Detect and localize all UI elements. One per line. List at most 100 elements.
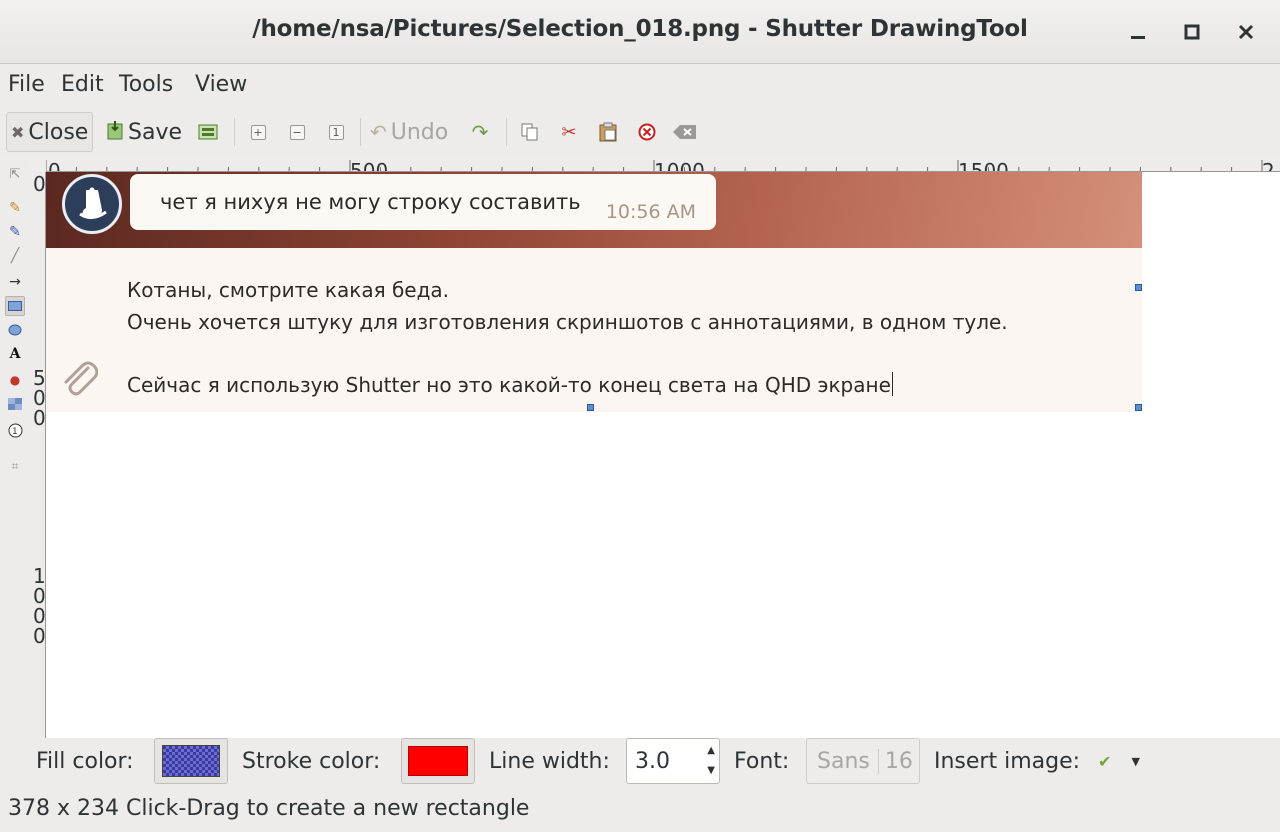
line-tool[interactable]: ╱ bbox=[5, 246, 25, 266]
number-icon: 1 bbox=[8, 423, 22, 437]
resize-handle[interactable] bbox=[587, 404, 594, 411]
toolbar-separator bbox=[360, 118, 361, 146]
zoom-in-icon: + bbox=[250, 124, 266, 140]
freehand-tool[interactable]: ✎ bbox=[5, 198, 25, 218]
rectangle-tool[interactable] bbox=[5, 296, 25, 316]
message-line: Очень хочется штуку для изготовления скр… bbox=[127, 310, 1008, 334]
spin-up-icon[interactable]: ▲ bbox=[707, 745, 715, 756]
properties-bar: Fill color: Stroke color: Line width: 3.… bbox=[0, 738, 1280, 788]
drawing-canvas[interactable]: чет я нихуя не могу строку составить 10:… bbox=[46, 172, 1280, 738]
menu-view[interactable]: View bbox=[195, 72, 247, 97]
ruler-label: 0 bbox=[33, 172, 46, 196]
highlighter-tool[interactable]: ✎ bbox=[5, 222, 25, 242]
undo-button[interactable]: ↶ Undo bbox=[370, 112, 448, 152]
clear-icon bbox=[673, 125, 696, 139]
export-icon bbox=[198, 124, 218, 140]
pencil-icon: ✎ bbox=[9, 200, 21, 216]
toolbar: ✖ Close Save + − 1 ↶ Undo ↷ ✂ bbox=[0, 106, 1280, 158]
zoom-out-icon: − bbox=[289, 124, 305, 140]
arrow-tool[interactable]: → bbox=[5, 272, 25, 292]
chat-timestamp: 10:56 AM bbox=[605, 201, 696, 223]
delete-button[interactable] bbox=[637, 122, 657, 142]
window-title: /home/nsa/Pictures/Selection_018.png - S… bbox=[252, 16, 1028, 42]
ruler-ticks bbox=[46, 160, 1263, 171]
arrow-icon: → bbox=[9, 274, 21, 290]
save-button[interactable]: Save bbox=[106, 112, 182, 152]
chat-bubble-text: чет я нихуя не могу строку составить bbox=[160, 190, 581, 214]
number-tool[interactable]: 1 bbox=[5, 420, 25, 440]
zoom-in-button[interactable]: + bbox=[248, 122, 268, 142]
pixelate-tool[interactable] bbox=[5, 394, 25, 414]
clear-button[interactable] bbox=[672, 122, 698, 142]
pixelate-icon bbox=[8, 398, 22, 410]
close-icon: ✖ bbox=[11, 122, 25, 142]
maximize-button[interactable] bbox=[1174, 14, 1210, 50]
close-window-button[interactable] bbox=[1228, 14, 1264, 50]
text-icon: A bbox=[9, 346, 21, 362]
line-width-label: Line width: bbox=[489, 749, 610, 774]
save-icon bbox=[106, 120, 124, 145]
select-tool[interactable]: ⇱ bbox=[5, 164, 25, 184]
menu-file[interactable]: File bbox=[8, 72, 45, 97]
font-size: 16 bbox=[884, 748, 913, 774]
undo-icon: ↶ bbox=[370, 120, 387, 144]
fill-color-label: Fill color: bbox=[36, 749, 134, 774]
chat-header: чет я нихуя не могу строку составить 10:… bbox=[46, 172, 1142, 248]
chat-bubble: чет я нихуя не могу строку составить 10:… bbox=[130, 174, 716, 230]
horizontal-ruler: 0 500 1000 1500 2 bbox=[46, 160, 1280, 172]
rectangle-icon bbox=[8, 301, 22, 311]
ruler-label: 1000 bbox=[33, 564, 46, 648]
censor-icon: ● bbox=[9, 373, 21, 387]
export-button[interactable] bbox=[198, 122, 218, 142]
screenshot-image: чет я нихуя не могу строку составить 10:… bbox=[46, 172, 1142, 412]
tool-palette: ⇱ ✎ ✎ ╱ → A ● 1 ⌗ bbox=[0, 160, 30, 738]
message-line-editing[interactable]: Сейчас я использую Shutter но это какой-… bbox=[127, 372, 893, 397]
highlighter-icon: ✎ bbox=[9, 224, 21, 240]
redo-button[interactable]: ↷ bbox=[470, 120, 490, 144]
status-text: 378 x 234 Click-Drag to create a new rec… bbox=[8, 796, 530, 821]
paperclip-icon[interactable] bbox=[58, 358, 98, 398]
censor-tool[interactable]: ● bbox=[5, 370, 25, 390]
delete-icon bbox=[638, 123, 656, 141]
line-width-spinner[interactable]: 3.0 ▲ ▼ bbox=[626, 738, 720, 784]
chevron-down-icon: ▼ bbox=[1131, 754, 1140, 768]
copy-button[interactable] bbox=[520, 122, 540, 142]
fill-color-button[interactable] bbox=[154, 738, 228, 784]
insert-image-label: Insert image: bbox=[934, 749, 1081, 774]
insert-image-button[interactable]: ✔ ▼ bbox=[1094, 746, 1144, 776]
maximize-icon bbox=[1184, 24, 1200, 40]
stroke-color-swatch bbox=[408, 746, 468, 776]
zoom-normal-icon: 1 bbox=[328, 124, 344, 140]
zoom-normal-button[interactable]: 1 bbox=[326, 122, 346, 142]
vertical-ruler: 0 500 1000 bbox=[30, 172, 46, 738]
avatar bbox=[62, 174, 122, 234]
crop-tool[interactable]: ⌗ bbox=[5, 456, 25, 476]
close-button-label: Close bbox=[28, 119, 89, 145]
resize-handle[interactable] bbox=[1135, 404, 1142, 411]
spin-down-icon[interactable]: ▼ bbox=[707, 765, 715, 776]
menu-edit[interactable]: Edit bbox=[61, 72, 104, 97]
message-line-text: Сейчас я использую Shutter но это какой-… bbox=[127, 373, 891, 397]
cut-button[interactable]: ✂ bbox=[559, 122, 579, 143]
checkmark-icon: ✔ bbox=[1098, 751, 1112, 771]
message-line: Котаны, смотрите какая беда. bbox=[127, 278, 450, 302]
zoom-out-button[interactable]: − bbox=[287, 122, 307, 142]
minimize-button[interactable] bbox=[1120, 14, 1156, 50]
undo-button-label: Undo bbox=[390, 119, 449, 145]
text-tool[interactable]: A bbox=[5, 344, 25, 364]
line-width-value: 3.0 bbox=[635, 749, 670, 774]
resize-handle[interactable] bbox=[1135, 284, 1142, 291]
close-button[interactable]: ✖ Close bbox=[6, 112, 94, 152]
font-name: Sans bbox=[807, 748, 879, 774]
status-bar: 378 x 234 Click-Drag to create a new rec… bbox=[0, 788, 1280, 832]
bell-logo-icon bbox=[79, 187, 107, 219]
stroke-color-button[interactable] bbox=[401, 738, 475, 784]
paste-icon bbox=[599, 122, 617, 142]
paste-button[interactable] bbox=[598, 122, 618, 142]
menu-tools[interactable]: Tools bbox=[119, 72, 173, 97]
ellipse-tool[interactable] bbox=[5, 320, 25, 340]
font-button[interactable]: Sans 16 bbox=[806, 738, 920, 784]
line-icon: ╱ bbox=[10, 248, 20, 264]
title-bar: /home/nsa/Pictures/Selection_018.png - S… bbox=[0, 0, 1280, 64]
toolbar-separator bbox=[506, 118, 507, 146]
